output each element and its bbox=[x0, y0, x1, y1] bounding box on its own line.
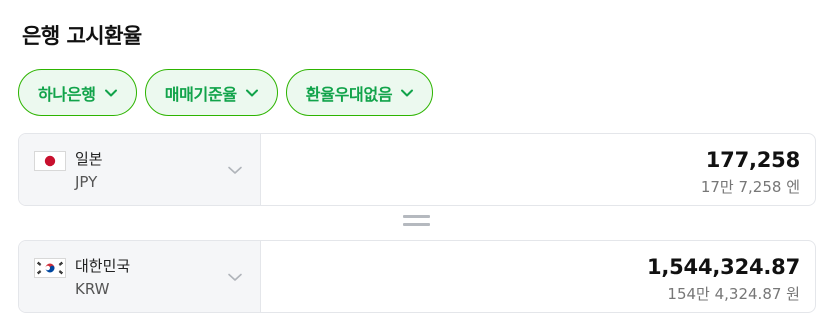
rate-type-chip[interactable]: 매매기준율 bbox=[144, 69, 278, 116]
to-amount-value: 1,544,324.87 bbox=[646, 255, 800, 279]
from-amount-korean: 17만 7,258 엔 bbox=[700, 178, 800, 196]
korea-flag-icon bbox=[34, 258, 66, 278]
to-currency-row: 대한민국 KRW 1,544,324.87 154만 4,324.87 원 bbox=[18, 240, 816, 313]
bank-select-label: 하나은행 bbox=[38, 84, 96, 104]
chevron-down-icon bbox=[227, 269, 243, 285]
rate-type-label: 매매기준율 bbox=[164, 84, 237, 104]
chevron-down-icon bbox=[104, 86, 118, 100]
chevron-down-icon bbox=[400, 86, 414, 100]
bank-select-chip[interactable]: 하나은행 bbox=[18, 69, 137, 116]
from-currency-code: JPY bbox=[75, 173, 98, 191]
japan-flag-icon bbox=[34, 151, 66, 171]
from-amount-value: 177,258 bbox=[705, 148, 800, 172]
to-amount-input[interactable]: 1,544,324.87 154만 4,324.87 원 bbox=[261, 241, 815, 312]
preferential-rate-chip[interactable]: 환율우대없음 bbox=[285, 69, 434, 116]
to-amount-korean: 154만 4,324.87 원 bbox=[667, 285, 800, 303]
filter-chips: 하나은행 매매기준율 환율우대없음 bbox=[18, 69, 434, 116]
from-currency-name: 일본 bbox=[75, 150, 103, 168]
chevron-down-icon bbox=[227, 162, 243, 178]
from-currency-select[interactable]: 일본 JPY bbox=[19, 134, 261, 205]
exchange-rate-widget: 은행 고시환율 하나은행 매매기준율 환율우대없음 일본 JPY 177,258… bbox=[0, 0, 838, 323]
to-currency-code: KRW bbox=[75, 280, 110, 298]
from-amount-input[interactable]: 177,258 17만 7,258 엔 bbox=[261, 134, 815, 205]
preferential-rate-label: 환율우대없음 bbox=[305, 84, 393, 104]
chevron-down-icon bbox=[245, 86, 259, 100]
to-currency-name: 대한민국 bbox=[75, 257, 131, 275]
equals-icon bbox=[403, 215, 430, 229]
to-currency-select[interactable]: 대한민국 KRW bbox=[19, 241, 261, 312]
widget-title: 은행 고시환율 bbox=[22, 24, 142, 48]
from-currency-row: 일본 JPY 177,258 17만 7,258 엔 bbox=[18, 133, 816, 206]
